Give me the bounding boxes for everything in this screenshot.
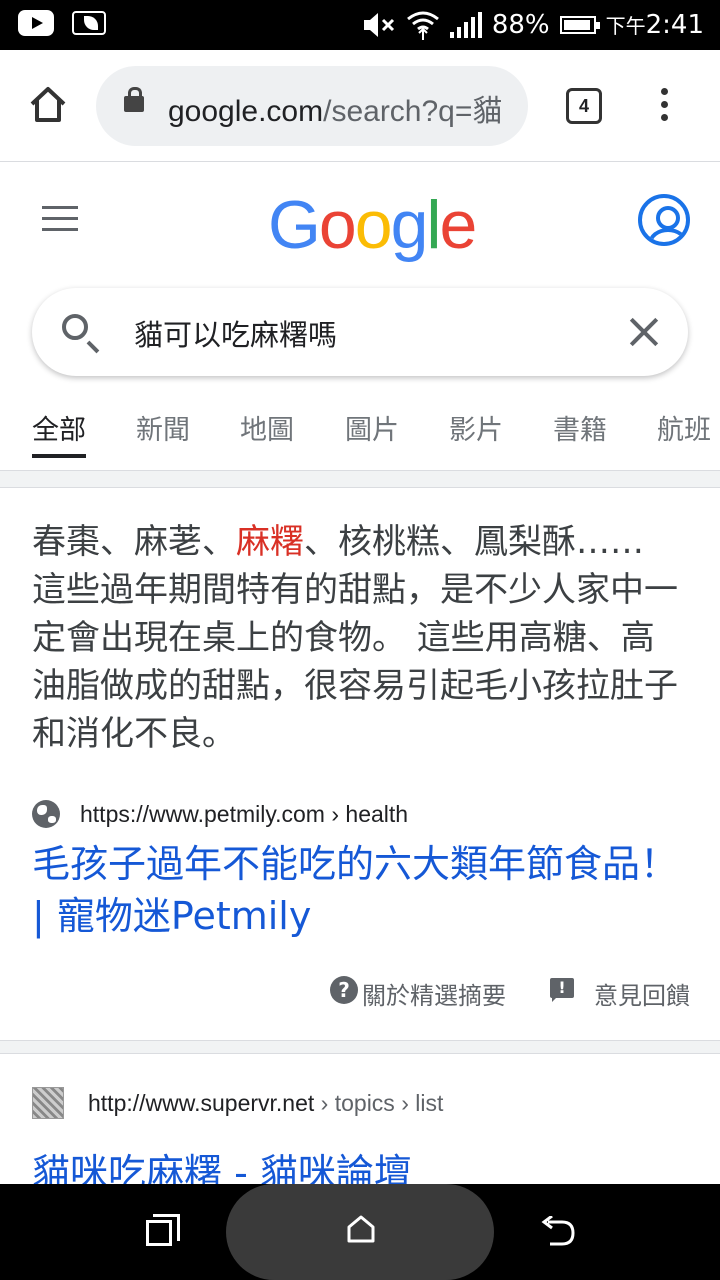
logo-letter: g	[390, 187, 429, 263]
featured-snippet-text: 春棗、麻荖、麻糬、核桃糕、鳳梨酥…… 這些過年期間特有的甜點，是不少人家中一定會…	[32, 522, 678, 754]
url-text[interactable]: google.com/search?q=貓	[168, 86, 502, 130]
tab-images[interactable]: 圖片	[345, 408, 399, 447]
google-header: Google	[0, 162, 720, 282]
tab-switcher-button[interactable]: 4	[566, 88, 602, 124]
help-icon[interactable]: ?	[330, 976, 358, 1004]
logo-letter: l	[426, 187, 441, 263]
clock: 下午2:41	[605, 10, 704, 40]
browser-toolbar: google.com/search?q=貓 4	[0, 50, 720, 162]
address-bar[interactable]: google.com/search?q=貓	[96, 66, 528, 146]
account-icon[interactable]	[638, 194, 690, 246]
result-source[interactable]: http://www.supervr.net › topics › list	[32, 1086, 443, 1120]
menu-kebab-icon[interactable]	[656, 88, 672, 128]
logo-letter: e	[439, 187, 478, 263]
tab-all[interactable]: 全部	[32, 408, 86, 458]
navigation-bar	[0, 1184, 720, 1280]
tab-maps[interactable]: 地圖	[240, 408, 294, 447]
home-nav-icon[interactable]	[346, 1214, 376, 1244]
google-logo[interactable]: Google	[268, 186, 478, 264]
globe-icon	[32, 800, 60, 828]
lock-icon	[124, 87, 144, 112]
leaf-notification-icon	[72, 11, 106, 35]
divider	[0, 1040, 720, 1054]
mute-icon	[363, 13, 394, 37]
logo-letter: o	[354, 187, 393, 263]
battery-icon	[559, 16, 600, 34]
logo-letter: o	[318, 187, 357, 263]
status-bar: 88% 下午2:41	[0, 0, 720, 50]
search-input[interactable]: 貓可以吃麻糬嗎	[134, 312, 337, 354]
about-featured-snippets-link[interactable]: 關於精選摘要	[362, 976, 506, 1011]
snippet-highlight: 麻糬	[236, 522, 304, 562]
tab-videos[interactable]: 影片	[449, 408, 503, 447]
back-icon[interactable]	[540, 1216, 576, 1248]
home-icon[interactable]	[28, 84, 68, 124]
feedback-link[interactable]: 意見回饋	[594, 976, 690, 1011]
divider	[0, 470, 720, 488]
tab-news[interactable]: 新聞	[136, 408, 190, 447]
search-icon[interactable]	[62, 314, 88, 340]
snippet-actions: ? 關於精選摘要 ! 意見回饋	[0, 972, 720, 1012]
logo-letter: G	[268, 187, 321, 263]
recents-icon[interactable]	[146, 1214, 180, 1246]
tab-books[interactable]: 書籍	[553, 408, 607, 447]
tab-flights[interactable]: 航班	[657, 408, 711, 447]
site-favicon-icon	[32, 1087, 64, 1119]
battery-percent: 88%	[491, 10, 550, 40]
hamburger-menu-icon[interactable]	[42, 206, 78, 239]
result-url[interactable]: http://www.supervr.net › topics › list	[88, 1090, 443, 1117]
snippet-source-url[interactable]: https://www.petmily.com › health	[80, 801, 408, 828]
feedback-icon[interactable]: !	[550, 978, 574, 1002]
snippet-source[interactable]: https://www.petmily.com › health	[32, 796, 408, 832]
signal-icon	[449, 12, 482, 38]
search-tabs: 全部 新聞 地圖 圖片 影片 書籍 航班	[0, 400, 720, 460]
youtube-icon	[18, 10, 54, 36]
search-box[interactable]: 貓可以吃麻糬嗎	[32, 288, 688, 376]
wifi-icon	[406, 11, 439, 40]
snippet-title-link[interactable]: 毛孩子過年不能吃的六大類年節食品！ | 寵物迷Petmily	[32, 838, 688, 942]
clear-icon[interactable]	[628, 316, 660, 348]
